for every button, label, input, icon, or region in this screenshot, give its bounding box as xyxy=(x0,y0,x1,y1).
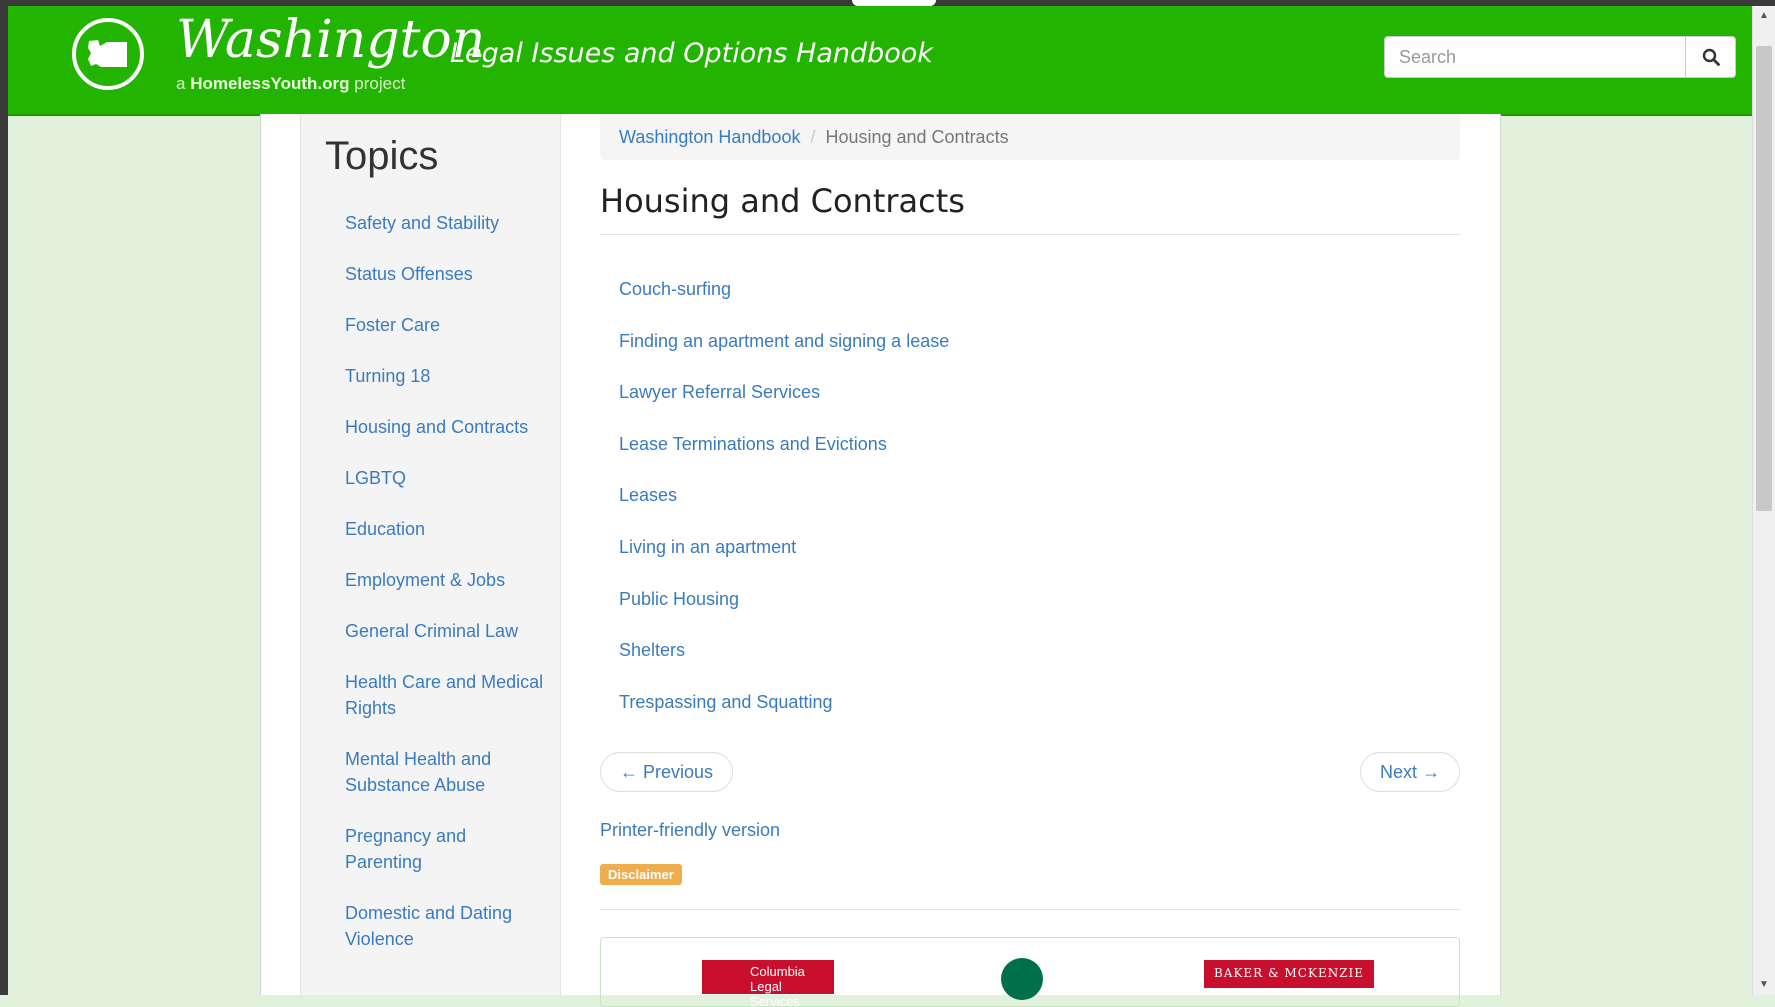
subtitle-suffix: project xyxy=(354,74,406,93)
main-content: Washington Handbook / Housing and Contract… xyxy=(600,114,1460,1007)
breadcrumb-current: Housing and Contracts xyxy=(825,127,1009,147)
scroll-thumb[interactable] xyxy=(1756,46,1772,511)
sidebar-item-lgbtq[interactable]: LGBTQ xyxy=(345,465,545,491)
sidebar-item-education[interactable]: Education xyxy=(345,516,545,542)
sidebar-item-turning-18[interactable]: Turning 18 xyxy=(345,363,545,389)
next-button[interactable]: Next → xyxy=(1360,752,1460,792)
disclaimer-badge[interactable]: Disclaimer xyxy=(600,864,682,885)
breadcrumb-separator: / xyxy=(810,127,816,147)
topics-sidebar: Topics Safety and Stability Status Offen… xyxy=(300,114,561,995)
subtopic-link-shelters[interactable]: Shelters xyxy=(619,635,949,665)
previous-button[interactable]: ← Previous xyxy=(600,752,733,792)
sidebar-item-employment-jobs[interactable]: Employment & Jobs xyxy=(345,567,545,593)
baker-mckenzie-logo[interactable]: BAKER & MCKENZIE xyxy=(1204,960,1374,988)
magnifier-icon xyxy=(1702,48,1720,66)
subtopic-link-trespassing[interactable]: Trespassing and Squatting xyxy=(619,687,949,717)
subtopic-link-leases[interactable]: Leases xyxy=(619,480,949,510)
site-header: Washington a HomelessYouth.org project L… xyxy=(8,6,1752,116)
sidebar-item-status-offenses[interactable]: Status Offenses xyxy=(345,261,545,287)
site-tagline: Legal Issues and Options Handbook xyxy=(450,38,933,69)
window-left-frame xyxy=(0,0,8,995)
subtopic-link-living-in-apartment[interactable]: Living in an apartment xyxy=(619,532,949,562)
subtopic-link-finding-apartment[interactable]: Finding an apartment and signing a lease xyxy=(619,326,949,356)
breadcrumb: Washington Handbook / Housing and Contract… xyxy=(600,114,1460,160)
sidebar-item-housing-and-contracts[interactable]: Housing and Contracts xyxy=(345,414,545,440)
subtopic-link-public-housing[interactable]: Public Housing xyxy=(619,584,949,614)
sidebar-item-pregnancy-parenting[interactable]: Pregnancy and Parenting xyxy=(345,823,545,875)
page-container: Topics Safety and Stability Status Offen… xyxy=(260,114,1501,1007)
subtitle-prefix: a xyxy=(176,74,186,93)
search-input[interactable] xyxy=(1384,36,1686,78)
starbucks-logo[interactable] xyxy=(1001,958,1043,1000)
subtitle-brand: HomelessYouth.org xyxy=(190,74,350,93)
sidebar-item-general-criminal-law[interactable]: General Criminal Law xyxy=(345,618,545,644)
topic-list: Safety and Stability Status Offenses Fos… xyxy=(345,210,545,977)
sidebar-item-foster-care[interactable]: Foster Care xyxy=(345,312,545,338)
scroll-down-arrow-icon[interactable]: ▼ xyxy=(1753,977,1775,993)
columbia-legal-services-logo[interactable]: Columbia Legal Services xyxy=(702,960,834,1006)
breadcrumb-home-link[interactable]: Washington Handbook xyxy=(619,127,800,147)
printer-friendly-link[interactable]: Printer-friendly version xyxy=(600,820,780,841)
washington-state-icon[interactable] xyxy=(72,18,144,90)
sponsor-logos: Columbia Legal Services BAKER & MCKENZIE xyxy=(600,937,1460,1007)
page-title: Housing and Contracts xyxy=(600,182,965,220)
subtopic-link-list: Couch-surfing Finding an apartment and s… xyxy=(619,274,949,738)
sidebar-item-safety-and-stability[interactable]: Safety and Stability xyxy=(345,210,545,236)
scroll-up-arrow-icon[interactable]: ▲ xyxy=(1753,8,1775,24)
sidebar-item-domestic-violence[interactable]: Domestic and Dating Violence xyxy=(345,900,545,952)
title-divider xyxy=(600,234,1460,235)
subtopic-link-lawyer-referral[interactable]: Lawyer Referral Services xyxy=(619,377,949,407)
page-scrollbar[interactable]: ▲ ▼ xyxy=(1752,6,1775,995)
site-subtitle: a HomelessYouth.org project xyxy=(176,74,405,94)
site-title[interactable]: Washington xyxy=(176,10,485,70)
topics-title: Topics xyxy=(325,134,439,178)
subtopic-link-lease-terminations[interactable]: Lease Terminations and Evictions xyxy=(619,429,949,459)
subtopic-link-couch-surfing[interactable]: Couch-surfing xyxy=(619,274,949,304)
sidebar-item-health-care[interactable]: Health Care and Medical Rights xyxy=(345,669,545,721)
footer-divider xyxy=(600,909,1460,910)
search-button[interactable] xyxy=(1685,36,1736,78)
sidebar-item-mental-health[interactable]: Mental Health and Substance Abuse xyxy=(345,746,545,798)
